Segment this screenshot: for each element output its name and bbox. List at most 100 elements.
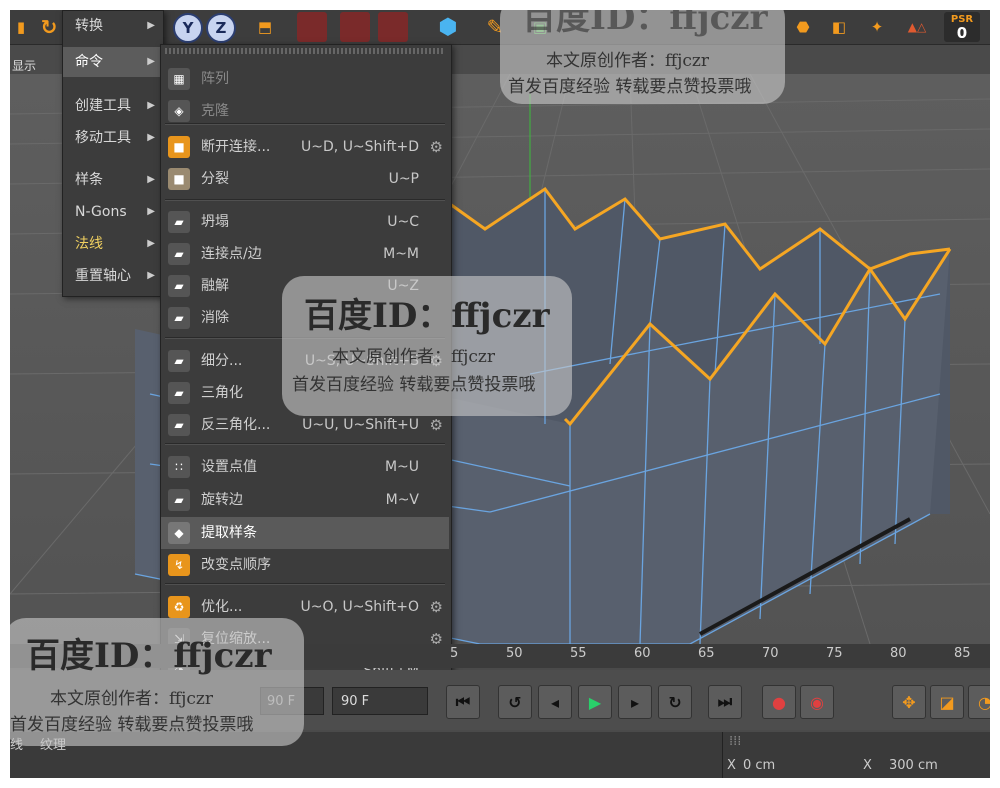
deformer-icon[interactable]: ⬣ bbox=[788, 12, 818, 42]
scale-key-icon[interactable]: ◪ bbox=[930, 685, 964, 719]
goto-end-icon[interactable]: ⏭ bbox=[708, 685, 742, 719]
dissolve-icon: ▰ bbox=[168, 307, 190, 329]
submenu-item-shortcut: M~V bbox=[385, 492, 419, 508]
timeline-tick: 80 bbox=[890, 646, 907, 661]
frame-start-field[interactable]: 90 F bbox=[260, 687, 324, 715]
array-icon: ▦ bbox=[168, 68, 190, 90]
prev-frame-icon[interactable]: ◂ bbox=[538, 685, 572, 719]
submenu-item-label: 优化... bbox=[201, 599, 243, 615]
menu-separator bbox=[165, 337, 445, 339]
options-gear-icon[interactable]: ⚙ bbox=[430, 345, 443, 377]
next-key-icon[interactable]: ↻ bbox=[658, 685, 692, 719]
submenu-item-12[interactable]: ▰ 旋转边 M~V bbox=[161, 484, 449, 516]
menu-separator bbox=[165, 199, 445, 201]
melt-icon: ▰ bbox=[168, 275, 190, 297]
menu-item-label: 样条 bbox=[75, 172, 103, 188]
menu-tear-off-handle[interactable] bbox=[165, 48, 445, 54]
submenu-item-label: 消除 bbox=[201, 310, 229, 326]
submenu-item-8[interactable]: ▰ 细分... U~S, U~Shift+S ⚙ bbox=[161, 345, 449, 377]
submenu-item-4[interactable]: ▰ 坍塌 U~C bbox=[161, 206, 449, 238]
xyz-lock-icon[interactable]: ▲△ bbox=[902, 12, 932, 42]
submenu-arrow-icon: ▶ bbox=[147, 174, 155, 185]
menu-item-1[interactable]: 命令 ▶ bbox=[63, 47, 161, 77]
submenu-item-shortcut: U~O, U~Shift+O bbox=[300, 599, 419, 615]
untriangulate-icon: ▰ bbox=[168, 414, 190, 436]
render-view-icon[interactable] bbox=[297, 12, 327, 42]
menu-item-3[interactable]: 移动工具 ▶ bbox=[63, 123, 161, 153]
prev-key-icon[interactable]: ↺ bbox=[498, 685, 532, 719]
timeline-tick: 60 bbox=[634, 646, 651, 661]
x-position-label: X bbox=[727, 758, 736, 773]
submenu-item-3[interactable]: ■ 分裂 U~P bbox=[161, 163, 449, 195]
psr-label: PSR bbox=[950, 13, 974, 25]
subdivision-icon[interactable]: ▣ bbox=[525, 12, 555, 42]
timeline-ruler[interactable]: 5 50 55 60 65 70 75 80 85 bbox=[10, 644, 990, 668]
menu-item-label: 移动工具 bbox=[75, 130, 131, 146]
collapse-icon: ▰ bbox=[168, 211, 190, 233]
menu-separator bbox=[165, 443, 445, 445]
rotate-key-icon[interactable]: ◔ bbox=[968, 685, 990, 719]
submenu-item-11[interactable]: ∷ 设置点值 M~U bbox=[161, 451, 449, 483]
submenu-item-label: 旋转边 bbox=[201, 492, 243, 508]
goto-start-icon[interactable]: ⏮ bbox=[446, 685, 480, 719]
extract-spline-icon: ◆ bbox=[168, 522, 190, 544]
submenu-arrow-icon: ▶ bbox=[147, 238, 155, 249]
redo-icon[interactable]: ↻ bbox=[34, 12, 64, 42]
submenu-item-shortcut: U~D, U~Shift+D bbox=[301, 139, 419, 155]
menu-item-2[interactable]: 创建工具 ▶ bbox=[63, 91, 161, 121]
submenu-item-6[interactable]: ▰ 融解 U~Z bbox=[161, 270, 449, 302]
x-position-value[interactable]: 0 cm bbox=[743, 758, 775, 773]
z-axis-icon[interactable]: Z bbox=[206, 13, 236, 43]
render-picture-viewer-icon[interactable] bbox=[340, 12, 370, 42]
x-size-value[interactable]: 300 cm bbox=[889, 758, 938, 773]
submenu-item-0[interactable]: ▦ 阵列 bbox=[161, 63, 449, 95]
coordinate-system-icon[interactable]: ⬒ bbox=[250, 12, 280, 42]
submenu-item-label: 三角化 bbox=[201, 385, 243, 401]
auto-key-icon[interactable]: ◉ bbox=[800, 685, 834, 719]
watermark-line1: 本文原创作者：ffjczr bbox=[546, 51, 709, 71]
submenu-item-10[interactable]: ▰ 反三角化... U~U, U~Shift+U ⚙ bbox=[161, 409, 449, 441]
submenu-item-label: 设置点值 bbox=[201, 459, 257, 475]
submenu-item-shortcut: M~U bbox=[384, 459, 419, 475]
next-frame-icon[interactable]: ▸ bbox=[618, 685, 652, 719]
menu-item-7[interactable]: 重置轴心 ▶ bbox=[63, 261, 161, 291]
timeline-tick: 85 bbox=[954, 646, 971, 661]
render-settings-icon[interactable] bbox=[378, 12, 408, 42]
cube-icon[interactable]: ⬢ bbox=[433, 12, 463, 42]
submenu-item-2[interactable]: ■ 断开连接... U~D, U~Shift+D ⚙ bbox=[161, 131, 449, 163]
options-gear-icon[interactable]: ⚙ bbox=[430, 131, 443, 163]
play-icon[interactable]: ▶ bbox=[578, 685, 612, 719]
scene-icon[interactable]: ◧ bbox=[824, 12, 854, 42]
submenu-item-13[interactable]: ◆ 提取样条 bbox=[161, 517, 449, 549]
submenu-item-14[interactable]: ↯ 改变点顺序 bbox=[161, 549, 449, 581]
menu-item-5[interactable]: N-Gons ▶ bbox=[63, 197, 161, 227]
submenu-item-7[interactable]: ▰ 消除 bbox=[161, 302, 449, 334]
menu-item-6[interactable]: 法线 ▶ bbox=[63, 229, 161, 259]
frame-end-field[interactable]: 90 F bbox=[332, 687, 428, 715]
submenu-item-label: 提取样条 bbox=[201, 525, 257, 541]
menu-item-label: 创建工具 bbox=[75, 98, 131, 114]
tab-line[interactable]: 线 bbox=[10, 734, 23, 753]
timeline-tick: 75 bbox=[826, 646, 843, 661]
submenu-item-shortcut: U~C bbox=[387, 214, 419, 230]
submenu-item-9[interactable]: ▰ 三角化 bbox=[161, 377, 449, 409]
light-icon[interactable]: ✦ bbox=[862, 12, 892, 42]
submenu-item-15[interactable]: ♻ 优化... U~O, U~Shift+O ⚙ bbox=[161, 591, 449, 623]
options-gear-icon[interactable]: ⚙ bbox=[430, 409, 443, 441]
submenu-arrow-icon: ▶ bbox=[147, 206, 155, 217]
pen-icon[interactable]: ✎ bbox=[480, 12, 510, 42]
triangulate-icon: ▰ bbox=[168, 382, 190, 404]
menu-item-0[interactable]: 转换 ▶ bbox=[63, 11, 161, 41]
menu-separator bbox=[165, 123, 445, 125]
split-icon: ■ bbox=[168, 168, 190, 190]
menu-item-label: N-Gons bbox=[75, 204, 127, 220]
submenu-item-5[interactable]: ▰ 连接点/边 M~M bbox=[161, 238, 449, 270]
tab-texture[interactable]: 纹理 bbox=[40, 734, 66, 753]
menu-item-label: 转换 bbox=[75, 18, 103, 34]
options-gear-icon[interactable]: ⚙ bbox=[430, 591, 443, 623]
undo-icon[interactable]: ▮ bbox=[10, 12, 36, 42]
y-axis-icon[interactable]: Y bbox=[173, 13, 203, 43]
record-icon[interactable]: ● bbox=[762, 685, 796, 719]
move-key-icon[interactable]: ✥ bbox=[892, 685, 926, 719]
menu-item-4[interactable]: 样条 ▶ bbox=[63, 165, 161, 195]
